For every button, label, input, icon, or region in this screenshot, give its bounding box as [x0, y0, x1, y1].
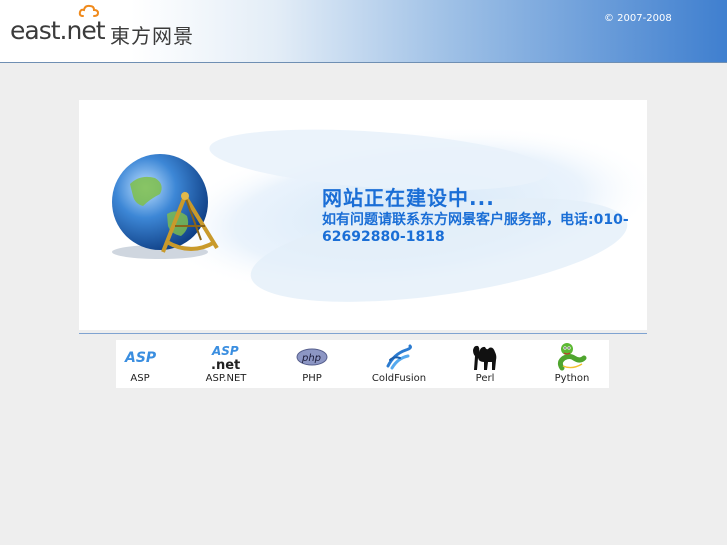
svg-text:ASP: ASP [124, 350, 157, 366]
tech-item-php[interactable]: php PHP [282, 340, 342, 388]
tech-label: ASP.NET [205, 373, 247, 384]
asp-icon: ASP [124, 350, 157, 366]
python-snake-icon [557, 343, 587, 371]
copyright-text: © 2007-2008 [604, 13, 672, 24]
svg-text:ASP: ASP [211, 344, 239, 358]
technology-support-bar: ASP ASP ASP .net ASP.NET php PHP ColdFus… [116, 340, 609, 388]
tech-item-aspnet[interactable]: ASP .net ASP.NET [196, 340, 256, 388]
tech-label: PHP [302, 373, 322, 384]
tech-item-perl[interactable]: Perl [455, 340, 515, 388]
coldfusion-icon [386, 344, 412, 370]
aspnet-icon: ASP .net [211, 344, 240, 371]
tech-item-coldfusion[interactable]: ColdFusion [369, 340, 429, 388]
header-banner: east.net 東方网景 © 2007-2008 [0, 0, 727, 63]
php-icon: php [296, 348, 328, 366]
tech-label: Python [554, 373, 590, 384]
tech-label: Perl [475, 373, 495, 384]
svg-text:.net: .net [211, 358, 240, 371]
tech-label: ColdFusion [371, 373, 427, 384]
tech-label: ASP [130, 373, 150, 384]
svg-text:php: php [301, 353, 321, 364]
divider [79, 333, 647, 334]
east-net-logo[interactable]: east.net 東方网景 [10, 4, 200, 56]
contact-message: 如有问题请联系东方网景客户服务部，电话:010-62692880-1818 [322, 212, 629, 245]
under-construction-panel: 网站正在建设中... 如有问题请联系东方网景客户服务部，电话:010-62692… [79, 100, 647, 330]
page-title: 网站正在建设中... [322, 186, 495, 210]
logo-text: east.net [10, 16, 106, 45]
tech-item-python[interactable]: Python [542, 340, 602, 388]
logo-chinese-text: 東方网景 [110, 24, 194, 48]
globe-sextant-icon [112, 154, 219, 259]
perl-camel-icon [473, 345, 497, 370]
tech-item-asp[interactable]: ASP ASP [110, 340, 170, 388]
